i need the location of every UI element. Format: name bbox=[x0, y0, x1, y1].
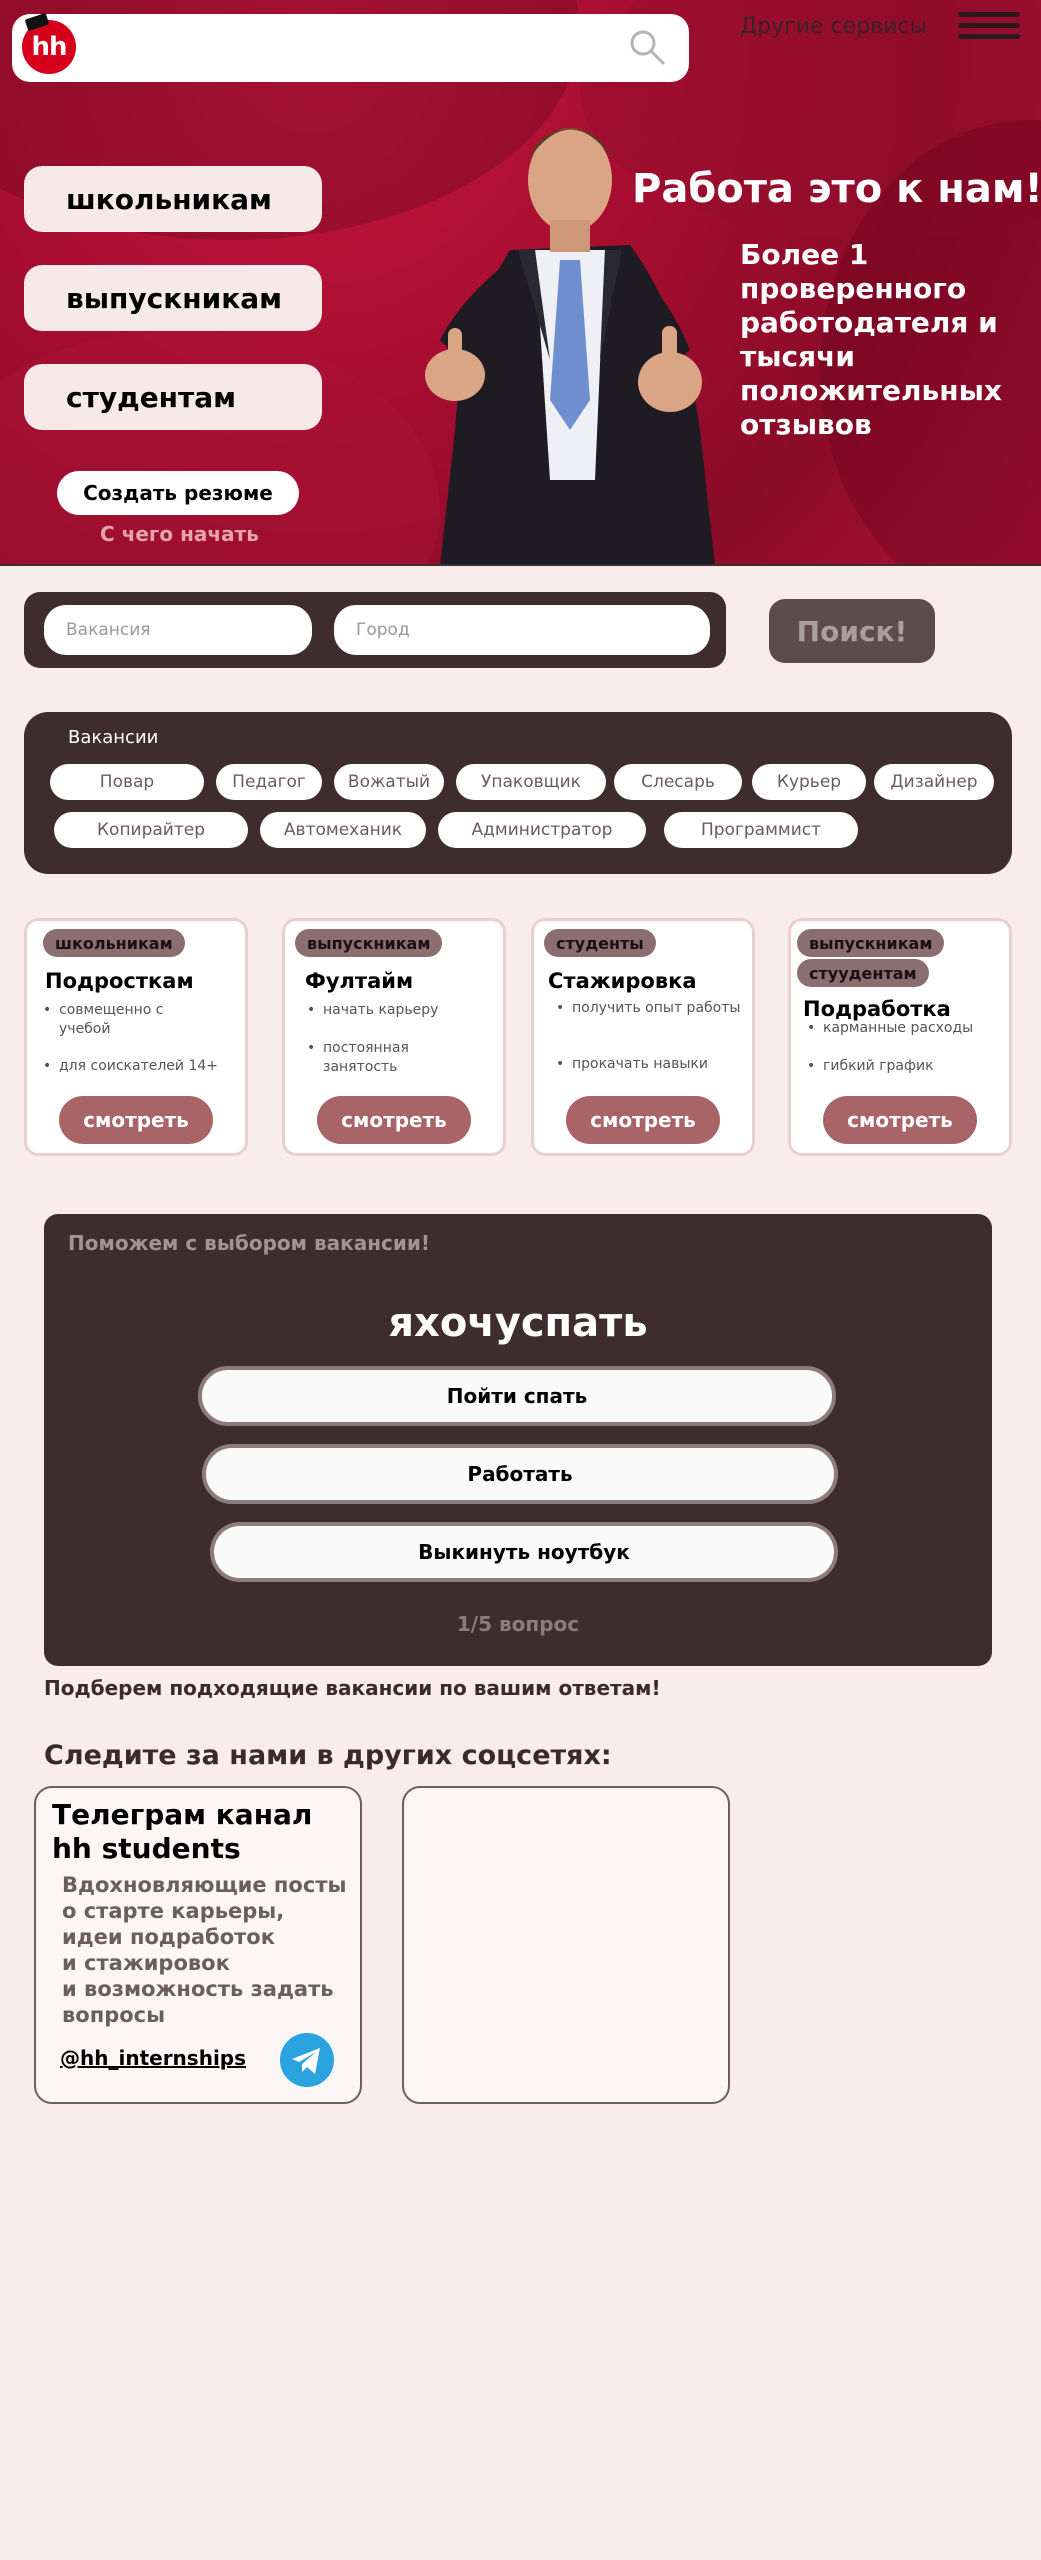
card-bullet: получить опыт работы bbox=[556, 999, 742, 1018]
quiz-hint: Поможем с выбором вакансии! bbox=[68, 1231, 431, 1255]
other-services-link[interactable]: Другие сервисы bbox=[740, 14, 927, 39]
hero-subtitle: Более 1 проверенного работодателя и тыся… bbox=[740, 238, 1002, 441]
social-heading: Следите за нами в других соцсетях: bbox=[44, 1740, 612, 1771]
quiz-answer-button[interactable]: Работать bbox=[202, 1444, 838, 1504]
hero-title: Работа это к нам! bbox=[632, 166, 1041, 212]
vacancy-search-panel bbox=[24, 592, 726, 668]
telegram-icon[interactable] bbox=[276, 2032, 338, 2088]
hh-logo[interactable]: hh bbox=[12, 12, 82, 82]
vacancy-chip[interactable]: Педагог bbox=[216, 764, 322, 800]
quiz-answer-button[interactable]: Пойти спать bbox=[198, 1366, 836, 1426]
card-tag: выпускникам bbox=[295, 929, 443, 957]
vacancy-chip[interactable]: Слесарь bbox=[614, 764, 742, 800]
search-icon[interactable] bbox=[628, 28, 666, 66]
vacancy-quiz-panel: Поможем с выбором вакансии! яхочуспать П… bbox=[44, 1214, 992, 1666]
card-tag: стуудентам bbox=[797, 959, 929, 987]
card-bullet: гибкий график bbox=[807, 1057, 1009, 1076]
vacancy-chip[interactable]: Программист bbox=[664, 812, 858, 848]
city-input[interactable] bbox=[334, 605, 710, 655]
search-button[interactable]: Поиск! bbox=[769, 599, 935, 663]
menu-icon[interactable] bbox=[958, 12, 1020, 46]
card-tag: студенты bbox=[544, 929, 656, 957]
telegram-card-text: Вдохновляющие посты о старте карьеры, ид… bbox=[62, 1873, 347, 2027]
card-title: Подработка bbox=[803, 997, 951, 1021]
vacancy-chip[interactable]: Курьер bbox=[752, 764, 866, 800]
card-bullet: начать карьеру bbox=[307, 1001, 493, 1020]
card-bullet: для соискателей 14+ bbox=[43, 1057, 245, 1076]
see-button[interactable]: смотреть bbox=[59, 1096, 213, 1144]
telegram-card[interactable]: Телеграм канал hh students Вдохновляющие… bbox=[34, 1786, 362, 2104]
vacancy-input[interactable] bbox=[44, 605, 312, 655]
offer-card-parttime: выпускникам стуудентам Подработка карман… bbox=[788, 918, 1012, 1156]
offer-card-internship: студенты Стажировка получить опыт работы… bbox=[531, 918, 755, 1156]
card-bullet: карманные расходы bbox=[807, 1019, 1009, 1038]
create-resume-button[interactable]: Создать резюме bbox=[57, 471, 299, 515]
card-title: Фултайм bbox=[305, 969, 414, 993]
how-to-start-link[interactable]: С чего начать bbox=[100, 522, 259, 546]
card-title: Подросткам bbox=[45, 969, 194, 993]
card-bullet: постоянная занятость bbox=[307, 1039, 463, 1077]
hero-banner: hh Другие сервисы школьникам выпускникам… bbox=[0, 0, 1041, 566]
telegram-handle-link[interactable]: @hh_internships bbox=[60, 2046, 246, 2070]
vacancies-panel: Вакансии Повар Педагог Вожатый Упаковщик… bbox=[24, 712, 1012, 874]
social-card-empty[interactable] bbox=[402, 1786, 730, 2104]
offer-card-teenagers: школьникам Подросткам совмещенно с учебо… bbox=[24, 918, 248, 1156]
card-title: Стажировка bbox=[548, 969, 697, 993]
card-tag: выпускникам bbox=[797, 929, 945, 957]
vacancy-chip[interactable]: Копирайтер bbox=[54, 812, 248, 848]
vacancy-chip[interactable]: Упаковщик bbox=[456, 764, 606, 800]
vacancies-title: Вакансии bbox=[68, 727, 159, 748]
card-bullet: совмещенно с учебой bbox=[43, 1001, 199, 1039]
see-button[interactable]: смотреть bbox=[317, 1096, 471, 1144]
vacancy-chip[interactable]: Автомеханик bbox=[260, 812, 426, 848]
see-button[interactable]: смотреть bbox=[566, 1096, 720, 1144]
audience-button-students[interactable]: студентам bbox=[24, 364, 322, 430]
audience-button-graduates[interactable]: выпускникам bbox=[24, 265, 322, 331]
vacancy-chip[interactable]: Вожатый bbox=[334, 764, 444, 800]
header-search-bar[interactable] bbox=[12, 14, 689, 82]
card-bullet: прокачать навыки bbox=[556, 1055, 748, 1074]
see-button[interactable]: смотреть bbox=[823, 1096, 977, 1144]
quiz-question: яхочуспать bbox=[388, 1300, 648, 1346]
vacancy-chip[interactable]: Дизайнер bbox=[874, 764, 994, 800]
offer-card-fulltime: выпускникам Фултайм начать карьеру посто… bbox=[282, 918, 506, 1156]
quiz-progress: 1/5 вопрос bbox=[456, 1612, 580, 1636]
quiz-footnote: Подберем подходящие вакансии по вашим от… bbox=[44, 1676, 661, 1700]
vacancy-chip[interactable]: Повар bbox=[50, 764, 204, 800]
quiz-answer-button[interactable]: Выкинуть ноутбук bbox=[210, 1522, 838, 1582]
card-tag: школьникам bbox=[43, 929, 185, 957]
audience-button-schoolchildren[interactable]: школьникам bbox=[24, 166, 322, 232]
telegram-card-title: Телеграм канал hh students bbox=[52, 1798, 313, 1865]
vacancy-chip[interactable]: Администратор bbox=[438, 812, 646, 848]
